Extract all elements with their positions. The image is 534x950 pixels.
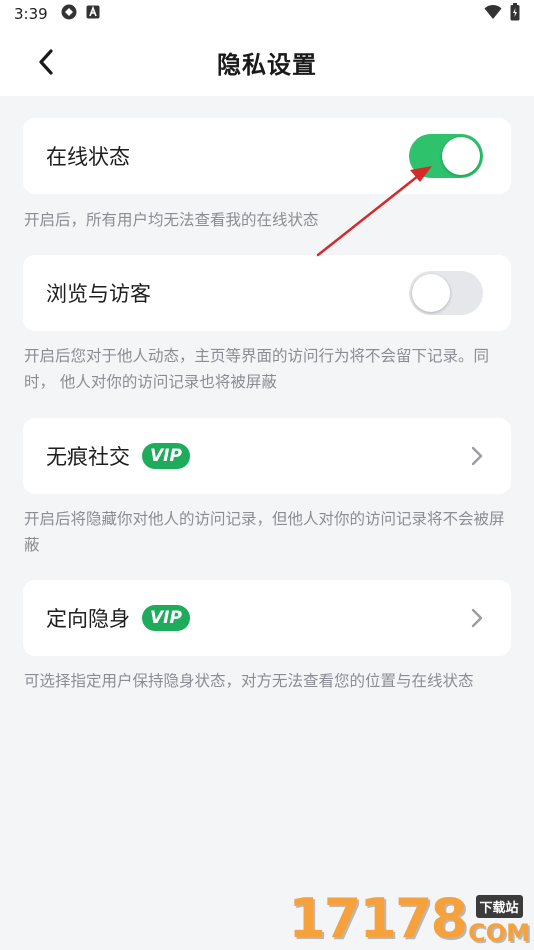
watermark-suffix: COM: [468, 919, 530, 947]
watermark-tag: 下载站: [475, 895, 523, 918]
annotation-arrow-icon: [316, 166, 432, 257]
watermark-logo: 17178 下载站 COM: [288, 887, 530, 950]
watermark-digits: 17178: [288, 887, 468, 950]
